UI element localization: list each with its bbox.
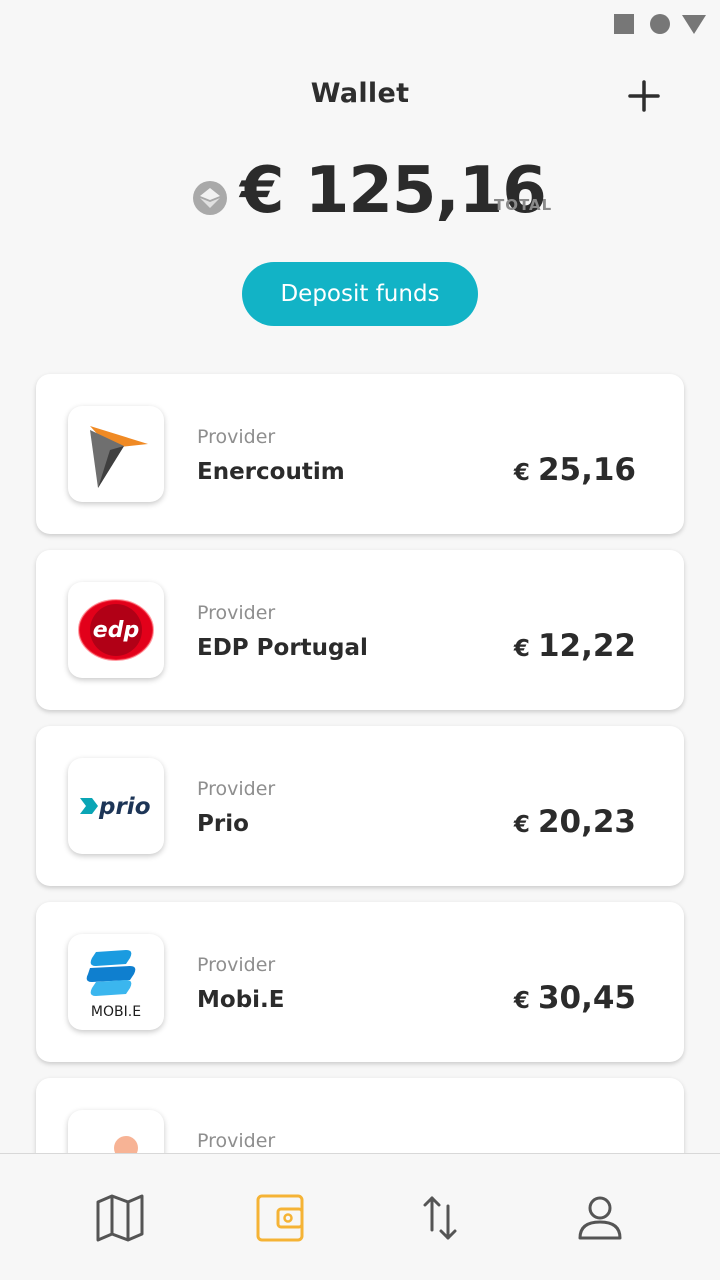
map-icon [96, 1194, 144, 1242]
status-bar [0, 0, 720, 48]
provider-name: Enercoutim [197, 459, 345, 485]
provider-list: Provider Enercoutim €25,16 edp Provider … [36, 374, 684, 1254]
nav-map[interactable] [92, 1190, 148, 1246]
provider-card-prio[interactable]: prio Provider Prio €20,23 [36, 726, 684, 886]
provider-label: Provider [197, 602, 276, 624]
edp-logo: edp [68, 582, 164, 678]
provider-name: Mobi.E [197, 987, 285, 1013]
provider-balance: €30,45 [513, 980, 636, 1016]
provider-name: EDP Portugal [197, 635, 368, 661]
home-icon [650, 14, 670, 34]
svg-text:prio: prio [98, 794, 151, 820]
nav-transactions[interactable] [412, 1190, 468, 1246]
provider-balance: €12,22 [513, 628, 636, 664]
svg-text:edp: edp [93, 618, 139, 643]
total-balance: € 125,16 TOTAL [0, 150, 720, 240]
plus-icon [628, 80, 660, 112]
provider-label: Provider [197, 426, 276, 448]
provider-label: Provider [197, 778, 276, 800]
deposit-funds-button[interactable]: Deposit funds [242, 262, 478, 326]
prio-logo: prio [68, 758, 164, 854]
total-label: TOTAL [494, 196, 553, 214]
add-button[interactable] [622, 74, 666, 118]
total-balance-amount: € 125,16 [240, 154, 547, 228]
bottom-navigation [0, 1153, 720, 1280]
profile-icon [578, 1196, 622, 1240]
provider-card-enercoutim[interactable]: Provider Enercoutim €25,16 [36, 374, 684, 534]
recent-apps-icon [614, 14, 634, 34]
provider-balance: €20,23 [513, 804, 636, 840]
provider-card-mobie[interactable]: MOBI.E Provider Mobi.E €30,45 [36, 902, 684, 1062]
svg-text:MOBI.E: MOBI.E [91, 1004, 141, 1020]
wallet-screen: Wallet € 125,16 TOTAL Deposit funds Prov… [0, 0, 720, 1280]
transactions-icon [423, 1196, 457, 1240]
provider-label: Provider [197, 1130, 276, 1152]
nav-wallet[interactable] [252, 1190, 308, 1246]
back-icon [682, 15, 706, 34]
coin-icon [193, 181, 227, 215]
wallet-icon [256, 1194, 304, 1242]
mobie-logo: MOBI.E [68, 934, 164, 1030]
provider-name: Prio [197, 811, 249, 837]
provider-balance: €25,16 [513, 452, 636, 488]
provider-label: Provider [197, 954, 276, 976]
nav-profile[interactable] [572, 1190, 628, 1246]
page-title: Wallet [310, 78, 410, 109]
enercoutim-logo [68, 406, 164, 502]
provider-card-edp[interactable]: edp Provider EDP Portugal €12,22 [36, 550, 684, 710]
